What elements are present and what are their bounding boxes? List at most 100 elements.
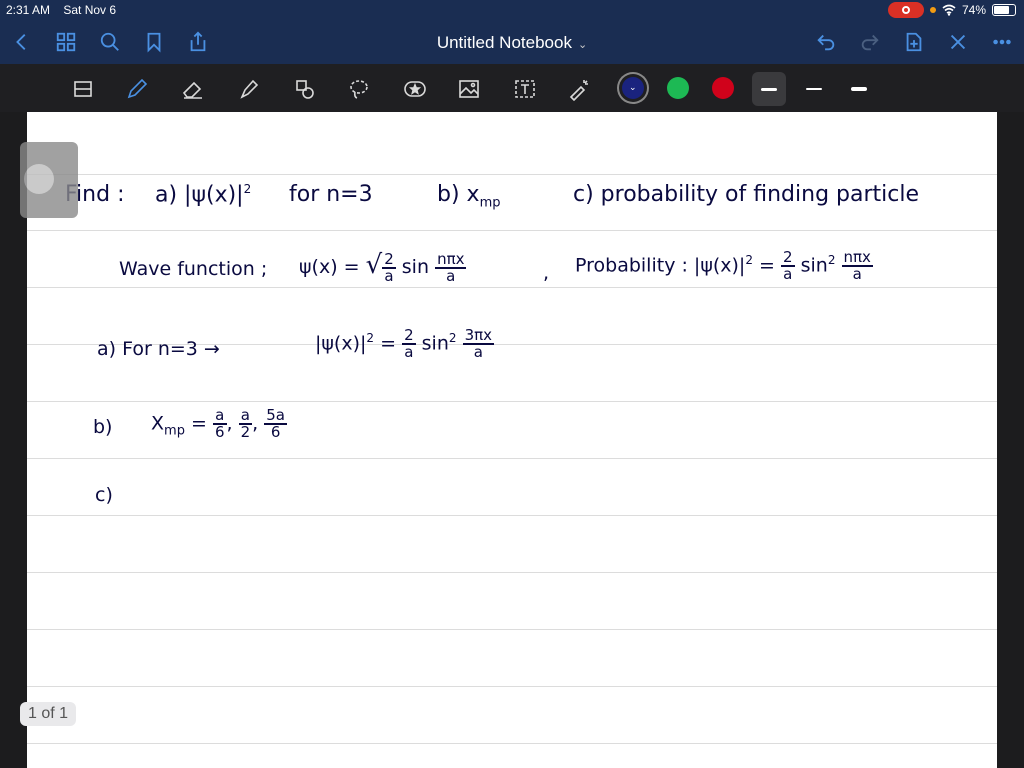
ruled-line	[27, 515, 997, 516]
note-part-a-answer-label: a) For n=3 →	[97, 338, 220, 360]
notebook-title-label[interactable]: Untitled Notebook	[437, 33, 572, 52]
notebook-page[interactable]: Find : a) |ψ(x)|2 for n=3 b) xmp c) prob…	[27, 112, 997, 768]
ruled-line	[27, 174, 997, 175]
stroke-thick-option[interactable]	[842, 72, 876, 106]
ruled-line	[27, 401, 997, 402]
ruled-line	[27, 458, 997, 459]
fraction-numerator: 2	[382, 249, 396, 269]
note-part-b-answer-label: b)	[93, 416, 113, 438]
fraction-denominator: a	[783, 265, 793, 283]
status-indicators: 74%	[887, 2, 1016, 18]
x-sub: mp	[164, 423, 185, 439]
drawing-toolbar: ⌄	[0, 64, 1024, 112]
equals-sign: =	[380, 332, 397, 355]
fraction-npix-over-a: nπx a	[841, 250, 873, 283]
psi-squared: |ψ(x)|	[315, 332, 367, 355]
probability-sup: 2	[745, 253, 753, 268]
stroke-fine-option[interactable]	[797, 72, 831, 106]
ruled-line	[27, 686, 997, 687]
ruled-line	[27, 230, 997, 231]
probability-label: Probability : |ψ(x)|	[575, 254, 746, 277]
stroke-thin-option[interactable]	[752, 72, 786, 106]
image-icon[interactable]	[454, 74, 484, 104]
fraction-npix-over-a: nπx a	[435, 249, 467, 285]
fraction-denominator: 2	[240, 423, 251, 441]
text-icon[interactable]	[510, 74, 540, 104]
lasso-icon[interactable]	[344, 74, 374, 104]
sin-sup: 2	[448, 331, 457, 346]
fraction-denominator: 6	[270, 423, 281, 441]
more-options-icon[interactable]	[990, 30, 1014, 54]
eraser-icon[interactable]	[178, 74, 208, 104]
close-tools-icon[interactable]	[946, 30, 970, 54]
status-bar: 2:31 AM Sat Nov 6 74%	[0, 0, 1024, 20]
nav-bar: Untitled Notebook ⌄	[0, 20, 1024, 64]
back-icon[interactable]	[10, 30, 34, 54]
fraction-2-over-a: 2a	[382, 249, 396, 284]
fraction-denominator: a	[852, 265, 862, 283]
shapes-icon[interactable]	[290, 74, 320, 104]
undo-icon[interactable]	[814, 30, 838, 54]
search-icon[interactable]	[98, 30, 122, 54]
fraction-5a-over-6: 5a 6	[264, 408, 287, 440]
highlighter-icon[interactable]	[234, 74, 264, 104]
psi-squared-sup: 2	[366, 331, 375, 346]
page-indicator: 1 of 1	[20, 702, 77, 726]
redo-icon[interactable]	[858, 30, 882, 54]
note-part-b-sub: mp	[479, 195, 501, 211]
note-part-c-answer-label: c)	[95, 484, 113, 506]
color-navy-swatch[interactable]: ⌄	[622, 77, 644, 99]
laser-icon[interactable]	[564, 74, 594, 104]
note-part-a-answer-expr: |ψ(x)|2 = 2a sin2 3πx a	[315, 328, 495, 361]
ruled-line	[27, 287, 997, 288]
color-red-swatch[interactable]	[712, 77, 734, 99]
psi-expr: ψ(x) =	[299, 256, 360, 278]
handle-knob-icon	[24, 164, 54, 194]
share-icon[interactable]	[186, 30, 210, 54]
ruled-line	[27, 743, 997, 744]
ruled-line	[27, 629, 997, 630]
fraction-denominator: a	[404, 343, 414, 361]
fraction-a-over-6: a6	[212, 408, 227, 441]
pen-icon[interactable]	[122, 74, 152, 104]
battery-percent: 74%	[961, 3, 986, 17]
floating-tool-handle[interactable]	[20, 142, 78, 218]
fraction-3pix-over-a: 3πx a	[462, 328, 495, 361]
note-part-b-text: b) x	[437, 182, 480, 207]
status-time: 2:31 AM	[6, 3, 51, 17]
bookmark-icon[interactable]	[142, 30, 166, 54]
note-part-b: b) xmp	[437, 182, 500, 210]
status-time-date: 2:31 AM Sat Nov 6	[6, 3, 116, 17]
sin-sup: 2	[827, 253, 836, 268]
fraction-2-over-a: 2a	[402, 328, 416, 360]
chevron-down-icon[interactable]: ⌄	[578, 39, 587, 51]
separator: ,	[226, 412, 233, 435]
fraction-denominator: a	[473, 343, 483, 361]
note-part-c: c) probability of finding particle	[573, 182, 919, 207]
fraction-a-over-2: a2	[238, 408, 253, 441]
color-green-swatch[interactable]	[667, 77, 689, 99]
add-page-icon[interactable]	[902, 30, 926, 54]
battery-icon	[992, 4, 1016, 16]
note-part-a-sup: 2	[243, 182, 252, 196]
note-part-a-text: a) |ψ(x)|	[155, 182, 244, 208]
fraction-denominator: 6	[214, 423, 225, 441]
chevron-down-icon: ⌄	[629, 82, 637, 92]
sin-label: sin	[401, 256, 430, 278]
equals-sign: =	[759, 254, 775, 277]
mic-indicator-icon	[929, 7, 936, 13]
separator: ,	[252, 412, 259, 435]
thumbnails-icon[interactable]	[54, 30, 78, 54]
scan-icon[interactable]	[68, 74, 98, 104]
star-icon[interactable]	[400, 74, 430, 104]
fraction-denominator: a	[446, 266, 456, 285]
status-date: Sat Nov 6	[63, 3, 117, 17]
note-part-b-answer-expr: Xmp = a6, a2, 5a 6	[151, 408, 287, 440]
screen-recording-icon	[887, 2, 924, 18]
fraction-numerator: nπx	[435, 249, 467, 269]
note-wave-function-expr: ψ(x) = √ 2 a sin nπx a	[299, 249, 467, 285]
fraction-2-over-a: 2a	[780, 250, 795, 283]
ruled-line	[27, 572, 997, 573]
sin-label: sin	[421, 332, 449, 355]
wifi-icon	[942, 4, 956, 16]
